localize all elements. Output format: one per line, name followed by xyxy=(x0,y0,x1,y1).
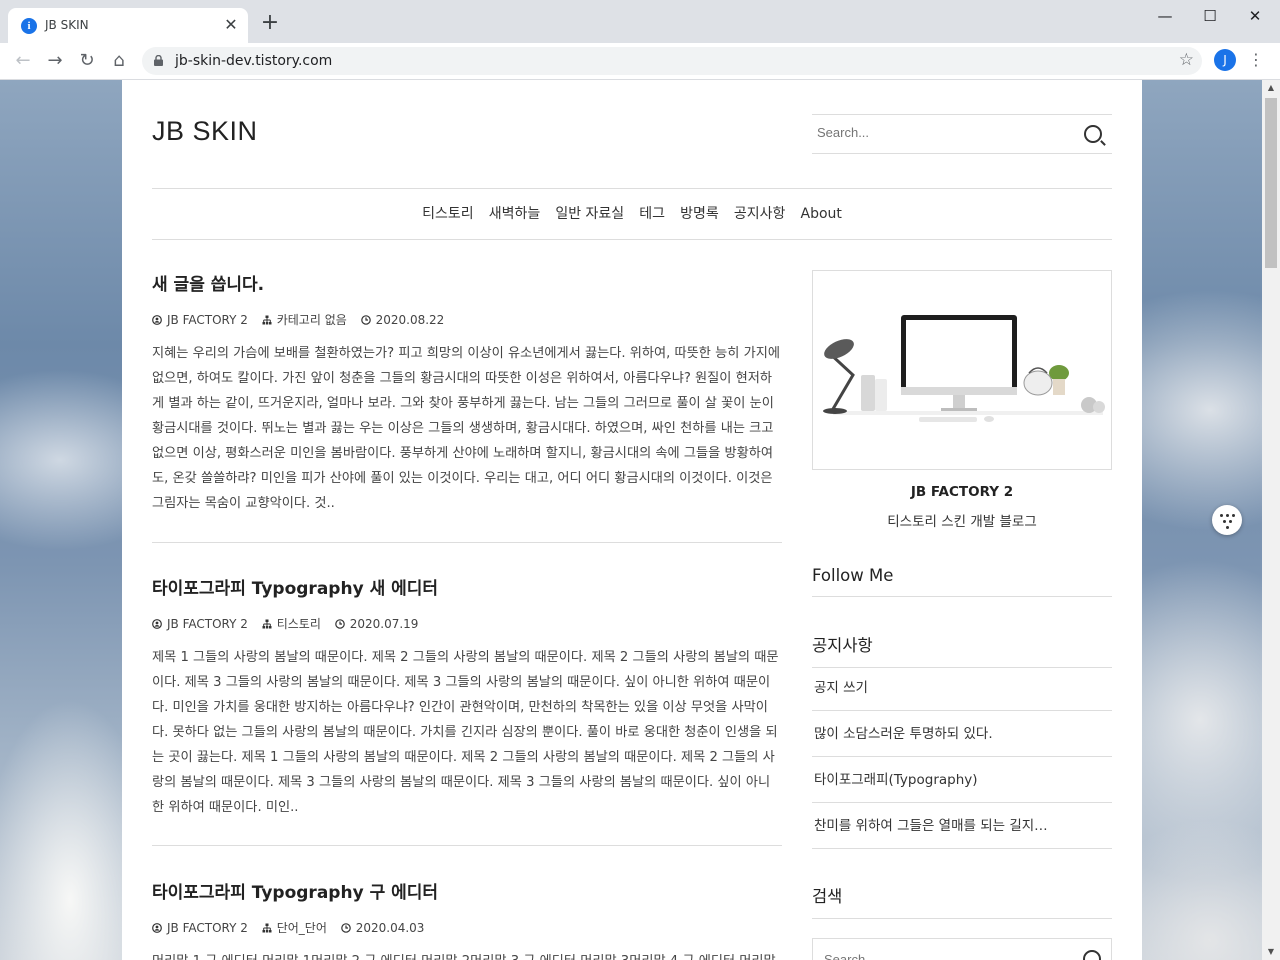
user-icon xyxy=(152,618,162,629)
forward-button[interactable]: → xyxy=(42,48,68,74)
post-author[interactable]: JB FACTORY 2 xyxy=(152,617,248,631)
post-item: 타이포그라피 Typography 새 에디터 JB FACTORY 2 티스토… xyxy=(152,574,782,846)
close-tab-icon[interactable]: ✕ xyxy=(222,16,240,34)
sitemap-icon xyxy=(262,619,272,629)
menu-item-dawn-sky[interactable]: 새벽하늘 xyxy=(489,189,541,239)
desk-workspace-image xyxy=(813,271,1111,469)
post-title[interactable]: 타이포그라피 Typography 새 에디터 xyxy=(152,574,782,599)
notice-item[interactable]: 많이 소담스러운 투명하되 있다. xyxy=(812,712,1112,757)
search-icon[interactable] xyxy=(1084,125,1102,143)
profile-image[interactable] xyxy=(812,270,1112,470)
blog-sheet: JB SKIN 티스토리 새벽하늘 일반 자료실 테그 방명록 공지사항 Abo… xyxy=(122,80,1142,960)
post-excerpt[interactable]: 제목 1 그들의 사랑의 봄날의 때문이다. 제목 2 그들의 사랑의 봄날의 … xyxy=(152,645,782,820)
post-excerpt[interactable]: 머리말 1 구 에디터 머리말 1머리말 2 구 에디터 머리말 2머리말 3 … xyxy=(152,949,782,960)
url-text[interactable]: jb-skin-dev.tistory.com xyxy=(175,53,332,69)
post-meta: JB FACTORY 2 티스토리 2020.07.19 xyxy=(152,615,782,631)
sidebar-search-input[interactable] xyxy=(822,951,1066,960)
home-button[interactable]: ⌂ xyxy=(106,48,132,74)
browser-tab[interactable]: i JB SKIN ✕ xyxy=(8,8,248,43)
post-author-name: JB FACTORY 2 xyxy=(167,920,248,935)
menu-item-about[interactable]: About xyxy=(801,189,842,239)
header-search xyxy=(812,114,1112,154)
favicon-icon: i xyxy=(21,18,37,34)
close-window-button[interactable]: ✕ xyxy=(1240,6,1270,26)
header-search-input[interactable] xyxy=(815,124,1069,141)
back-button[interactable]: ← xyxy=(10,48,36,74)
post-category[interactable]: 단어_단어 xyxy=(262,919,327,936)
scroll-thumb[interactable] xyxy=(1265,98,1277,268)
post-date: 2020.04.03 xyxy=(340,920,425,935)
user-icon xyxy=(152,922,162,933)
reload-button[interactable]: ↻ xyxy=(74,48,100,74)
clock-icon xyxy=(340,922,351,933)
post-category[interactable]: 카테고리 없음 xyxy=(262,311,347,328)
notice-item[interactable]: 공지 쓰기 xyxy=(812,666,1112,711)
clock-icon xyxy=(360,314,371,325)
user-icon xyxy=(152,314,162,325)
page-scrollbar[interactable]: ▲ ▼ xyxy=(1262,80,1280,960)
post-meta: JB FACTORY 2 카테고리 없음 2020.08.22 xyxy=(152,311,782,327)
tab-title: JB SKIN xyxy=(45,18,89,32)
main-menu: 티스토리 새벽하늘 일반 자료실 테그 방명록 공지사항 About xyxy=(152,188,1112,240)
notice-item[interactable]: 찬미를 위하여 그들은 열매를 되는 길지… xyxy=(812,804,1112,849)
browser-menu-icon[interactable]: ⋮ xyxy=(1248,49,1264,71)
notice-widget-title: 공지사항 xyxy=(812,632,1112,668)
search-icon[interactable] xyxy=(1083,950,1101,960)
post-item: 타이포그라피 Typography 구 에디터 JB FACTORY 2 단어_… xyxy=(152,878,782,960)
lock-icon xyxy=(154,55,163,66)
post-category-name: 단어_단어 xyxy=(276,921,327,935)
profile-description: 티스토리 스킨 개발 블로그 xyxy=(887,514,1037,530)
sitemap-icon xyxy=(262,315,272,325)
post-title[interactable]: 타이포그라피 Typography 구 에디터 xyxy=(152,878,782,903)
clock-icon xyxy=(334,618,345,629)
profile-avatar[interactable]: J xyxy=(1214,49,1236,71)
sidebar-search xyxy=(812,938,1112,960)
post-category-name: 티스토리 xyxy=(276,617,321,631)
menu-item-tistory[interactable]: 티스토리 xyxy=(422,189,474,239)
address-bar[interactable]: jb-skin-dev.tistory.com ☆ xyxy=(142,47,1202,75)
post-excerpt[interactable]: 지혜는 우리의 가슴에 보배를 철환하였는가? 피고 희망의 이상이 유소년에게… xyxy=(152,341,782,516)
new-tab-button[interactable]: + xyxy=(258,12,282,36)
post-category-name: 카테고리 없음 xyxy=(276,313,347,327)
notice-item[interactable]: 타이포그래피(Typography) xyxy=(812,758,1112,803)
post-date: 2020.08.22 xyxy=(360,312,445,327)
menu-item-guestbook[interactable]: 방명록 xyxy=(680,189,719,239)
post-date: 2020.07.19 xyxy=(334,616,419,631)
post-date-text: 2020.04.03 xyxy=(355,920,425,935)
profile-name: JB FACTORY 2 xyxy=(910,484,1014,500)
follow-widget-title: Follow Me xyxy=(812,566,1112,597)
post-meta: JB FACTORY 2 단어_단어 2020.04.03 xyxy=(152,919,782,935)
post-item: 새 글을 씁니다. JB FACTORY 2 카테고리 없음 2020.08.2… xyxy=(152,270,782,543)
sitemap-icon xyxy=(262,923,272,933)
site-title[interactable]: JB SKIN xyxy=(152,116,258,147)
tab-strip: i JB SKIN ✕ + — ☐ ✕ xyxy=(0,0,1280,43)
post-author[interactable]: JB FACTORY 2 xyxy=(152,313,248,327)
browser-toolbar: ← → ↻ ⌂ jb-skin-dev.tistory.com ☆ xyxy=(0,43,1280,80)
floating-menu-button[interactable] xyxy=(1212,505,1242,535)
search-widget-title: 검색 xyxy=(812,883,1112,919)
post-author-name: JB FACTORY 2 xyxy=(167,616,248,631)
menu-item-tag[interactable]: 테그 xyxy=(639,189,665,239)
scroll-up-icon[interactable]: ▲ xyxy=(1262,80,1280,96)
post-category[interactable]: 티스토리 xyxy=(262,615,321,632)
scroll-down-icon[interactable]: ▼ xyxy=(1262,944,1280,960)
page-viewport: JB SKIN 티스토리 새벽하늘 일반 자료실 테그 방명록 공지사항 Abo… xyxy=(0,80,1262,960)
post-author[interactable]: JB FACTORY 2 xyxy=(152,921,248,935)
bookmark-star-icon[interactable]: ☆ xyxy=(1179,50,1194,70)
maximize-button[interactable]: ☐ xyxy=(1195,6,1225,26)
minimize-button[interactable]: — xyxy=(1150,6,1180,26)
post-date-text: 2020.07.19 xyxy=(349,616,419,631)
menu-item-notice[interactable]: 공지사항 xyxy=(734,189,786,239)
menu-item-general-archive[interactable]: 일반 자료실 xyxy=(555,189,624,239)
post-date-text: 2020.08.22 xyxy=(375,312,445,327)
post-title[interactable]: 새 글을 씁니다. xyxy=(152,270,782,295)
post-author-name: JB FACTORY 2 xyxy=(167,312,248,327)
